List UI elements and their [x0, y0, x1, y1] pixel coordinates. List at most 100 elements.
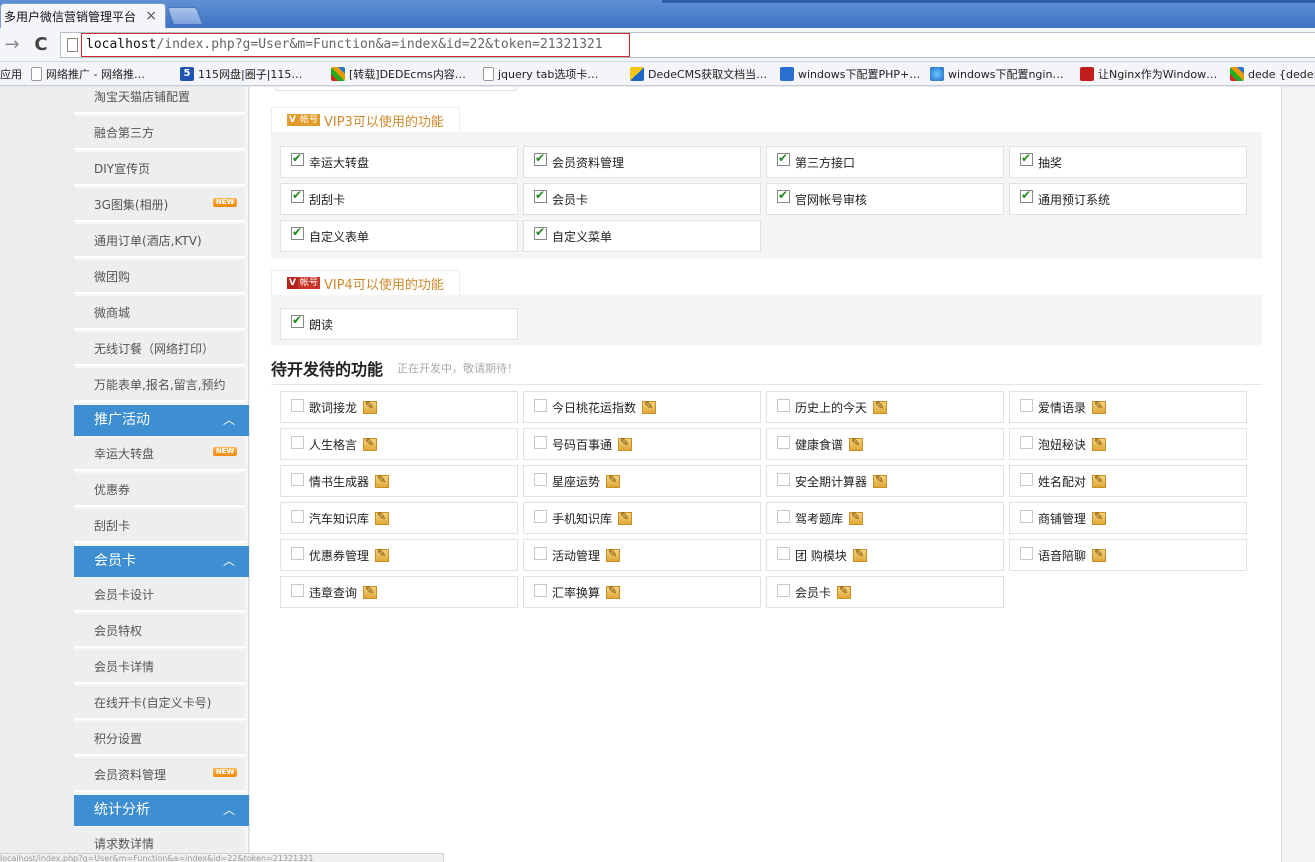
bookmark-item[interactable]: windows下配置PHP+… — [780, 66, 920, 82]
feature-label: 驾考题库 — [795, 512, 844, 526]
unchecked-checkbox[interactable] — [534, 399, 547, 412]
sidebar-item[interactable]: 会员特权 — [74, 614, 245, 648]
unchecked-checkbox[interactable] — [291, 547, 304, 560]
feature-cell: 今日桃花运指数 — [523, 391, 761, 423]
vip-logo-letter: V — [287, 277, 298, 289]
unchecked-checkbox[interactable] — [534, 584, 547, 597]
sidebar-item[interactable]: 幸运大转盘 NEW — [74, 437, 245, 471]
unchecked-checkbox[interactable] — [777, 584, 790, 597]
bookmark-apps[interactable]: 应用 — [0, 66, 22, 82]
checked-checkbox[interactable] — [291, 188, 304, 203]
bookmark-item[interactable]: jquery tab选项卡… — [483, 66, 598, 82]
unchecked-checkbox[interactable] — [534, 547, 547, 560]
unchecked-checkbox[interactable] — [777, 399, 790, 412]
unchecked-checkbox[interactable] — [291, 584, 304, 597]
reload-icon[interactable]: C — [31, 34, 51, 55]
edit-pencil-icon — [1092, 510, 1107, 525]
bookmark-item[interactable]: windows下配置ngin… — [930, 66, 1063, 82]
edit-pencil-icon — [1092, 399, 1107, 414]
unchecked-checkbox[interactable] — [291, 399, 304, 412]
checked-checkbox[interactable] — [1020, 151, 1033, 166]
sidebar-item[interactable]: 刮刮卡 — [74, 509, 245, 543]
sidebar-item-label: 会员卡设计 — [94, 588, 155, 602]
feature-label: 会员卡 — [552, 193, 589, 207]
unchecked-checkbox[interactable] — [534, 436, 547, 449]
unchecked-checkbox[interactable] — [291, 510, 304, 523]
feature-cell: 活动管理 — [523, 539, 761, 571]
sidebar-item[interactable]: DIY宣传页 — [74, 152, 245, 186]
feature-cell: 会员资料管理 — [523, 146, 761, 178]
feature-cell: 泡妞秘诀 — [1009, 428, 1247, 460]
checked-checkbox[interactable] — [534, 188, 547, 203]
forward-arrow-icon[interactable]: → — [2, 34, 22, 55]
checked-checkbox[interactable] — [291, 225, 304, 240]
sidebar-item[interactable]: 优惠券 — [74, 473, 245, 507]
sidebar-category-stats[interactable]: 统计分析 ︿ — [74, 795, 249, 826]
checked-checkbox[interactable] — [534, 151, 547, 166]
unchecked-checkbox[interactable] — [777, 436, 790, 449]
sidebar-item[interactable]: 积分设置 — [74, 722, 245, 756]
unchecked-checkbox[interactable] — [291, 473, 304, 486]
feature-label: 语音陪聊 — [1038, 549, 1087, 563]
browser-tab-active[interactable]: 多用户微信营销管理平台 × — [0, 3, 166, 28]
unchecked-checkbox[interactable] — [1020, 399, 1033, 412]
sidebar-item[interactable]: 3G图集(相册) NEW — [74, 188, 245, 222]
bookmark-item[interactable]: [转载]DEDEcms内容… — [331, 66, 466, 82]
tab-title: 多用户微信营销管理平台 — [4, 9, 137, 24]
bookmark-item[interactable]: 网络推广 - 网络推… — [31, 66, 145, 82]
unchecked-checkbox[interactable] — [291, 436, 304, 449]
sidebar-category-promo[interactable]: 推广活动 ︿ — [74, 405, 249, 436]
tabstrip-accent — [662, 0, 1315, 3]
feature-cell: 通用预订系统 — [1009, 183, 1247, 215]
unchecked-checkbox[interactable] — [1020, 473, 1033, 486]
sidebar-item[interactable]: 淘宝天猫店铺配置 — [74, 87, 245, 114]
unchecked-checkbox[interactable] — [777, 547, 790, 560]
unchecked-checkbox[interactable] — [777, 510, 790, 523]
feature-label: 泡妞秘诀 — [1038, 438, 1087, 452]
bookmark-item[interactable]: 让Nginx作为Window… — [1080, 66, 1217, 82]
unchecked-checkbox[interactable] — [534, 473, 547, 486]
sidebar-item[interactable]: 会员资料管理 NEW — [74, 758, 245, 792]
sidebar-item-label: 积分设置 — [94, 732, 143, 746]
sidebar-category-member[interactable]: 会员卡 ︿ — [74, 546, 249, 577]
feature-cell: 刮刮卡 — [280, 183, 518, 215]
checked-checkbox[interactable] — [777, 188, 790, 203]
page-icon — [67, 38, 78, 52]
checked-checkbox[interactable] — [291, 313, 304, 328]
bookmark-item[interactable]: dede {dede:… — [1230, 66, 1315, 82]
unchecked-checkbox[interactable] — [1020, 436, 1033, 449]
sidebar-item[interactable]: 万能表单,报名,留言,预约 — [74, 368, 245, 402]
sidebar-item[interactable]: 会员卡详情 — [74, 650, 245, 684]
feature-cell: 会员卡 — [523, 183, 761, 215]
feature-cell: 幸运大转盘 — [280, 146, 518, 178]
sidebar-item-label: 微商城 — [94, 306, 131, 320]
unchecked-checkbox[interactable] — [777, 473, 790, 486]
sidebar-item[interactable]: 通用订单(酒店,KTV) — [74, 224, 245, 258]
feature-label: 通用预订系统 — [1038, 193, 1111, 207]
sidebar-item[interactable]: 在线开卡(自定义卡号) — [74, 686, 245, 720]
checked-checkbox[interactable] — [534, 225, 547, 240]
bookmark-label: 115网盘|圈子|115… — [198, 68, 303, 81]
unchecked-checkbox[interactable] — [1020, 547, 1033, 560]
sidebar-item[interactable]: 无线订餐（网络打印） — [74, 332, 245, 366]
sidebar-item[interactable]: 微商城 — [74, 296, 245, 330]
sidebar-item[interactable]: 微团购 — [74, 260, 245, 294]
checked-checkbox[interactable] — [1020, 188, 1033, 203]
bookmarks-bar: 应用 网络推广 - 网络推… 5 115网盘|圈子|115… [转载]DEDEcm… — [0, 62, 1315, 86]
close-icon[interactable]: × — [145, 8, 157, 24]
sidebar: 淘宝天猫店铺配置 融合第三方 DIY宣传页 3G图集(相册) NEW 通用订单(酒… — [74, 87, 249, 862]
sidebar-item-label: 刮刮卡 — [94, 519, 131, 533]
unchecked-checkbox[interactable] — [534, 510, 547, 523]
feature-cell: 星座运势 — [523, 465, 761, 497]
url-input[interactable]: localhost/index.php?g=User&m=Function&a=… — [81, 33, 630, 57]
bookmark-item[interactable]: DedeCMS获取文档当… — [630, 66, 767, 82]
unchecked-checkbox[interactable] — [1020, 510, 1033, 523]
bookmark-item[interactable]: 5 115网盘|圈子|115… — [180, 66, 302, 82]
checked-checkbox[interactable] — [777, 151, 790, 166]
scrollbar[interactable] — [1282, 87, 1315, 862]
new-tab-button[interactable] — [166, 7, 204, 25]
sidebar-item[interactable]: 会员卡设计 — [74, 578, 245, 612]
checked-checkbox[interactable] — [291, 151, 304, 166]
feature-cell: 自定义表单 — [280, 220, 518, 252]
sidebar-item[interactable]: 融合第三方 — [74, 116, 245, 150]
